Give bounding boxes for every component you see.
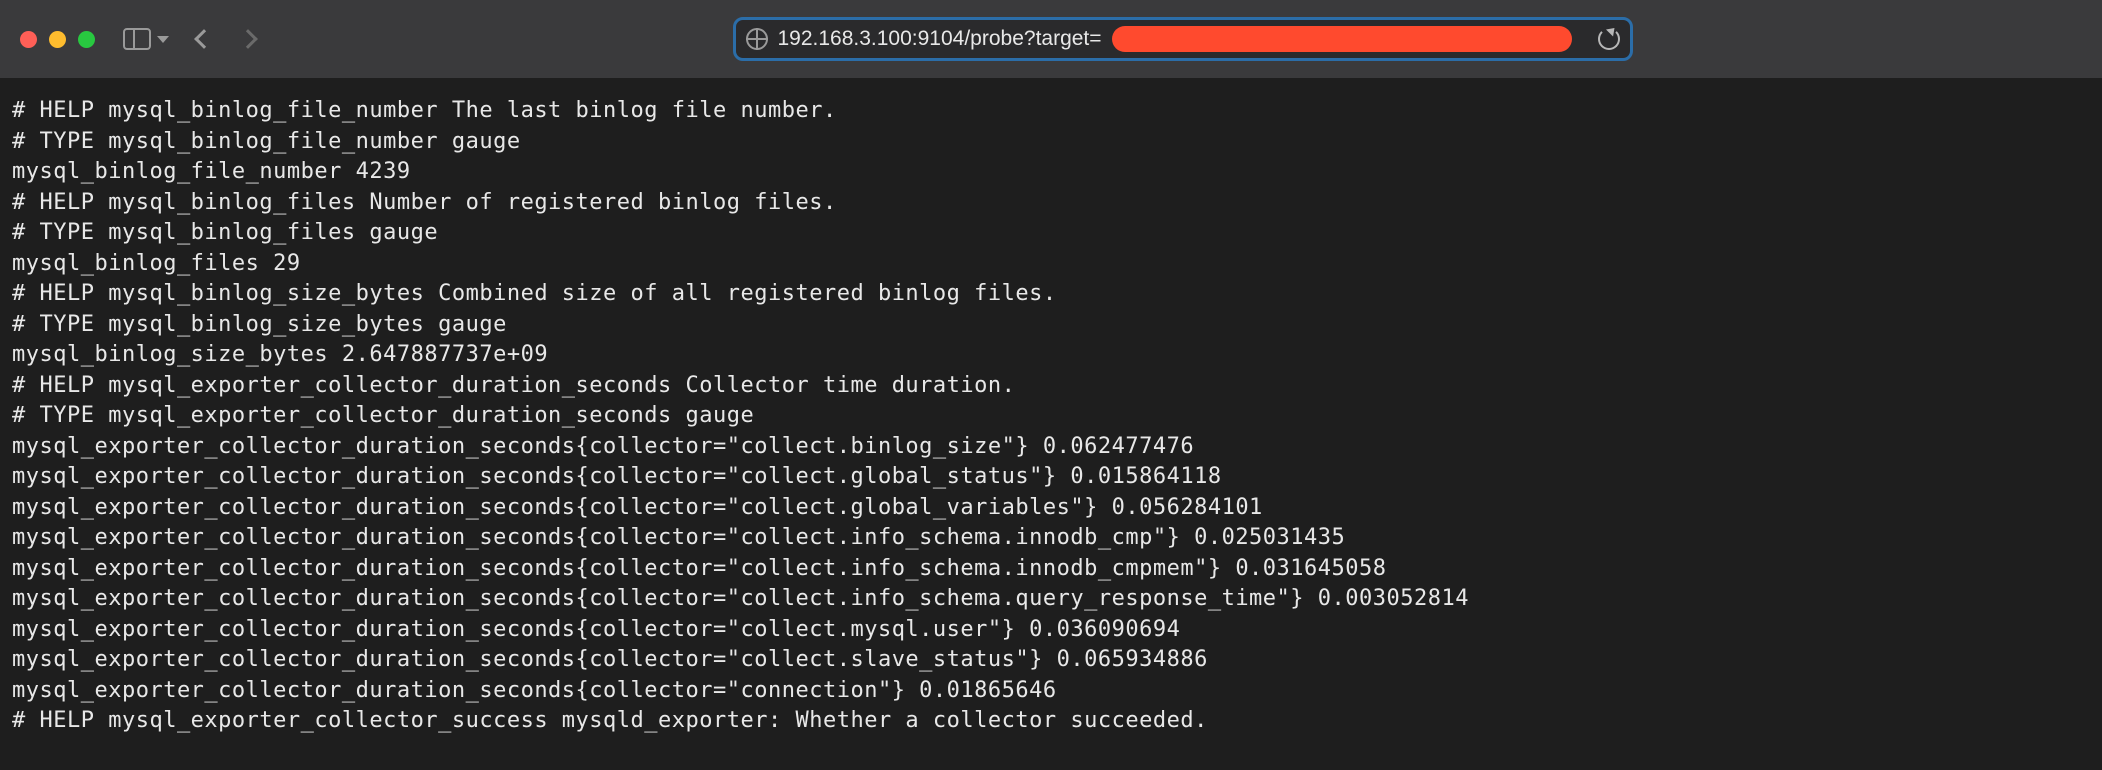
back-button[interactable] [194,29,214,49]
address-bar[interactable]: 192.168.3.100:9104/probe?target= [733,17,1633,61]
page-content: # HELP mysql_binlog_file_number The last… [0,78,2102,755]
nav-arrows [197,32,255,46]
minimize-button[interactable] [49,31,66,48]
globe-icon [746,28,768,50]
reload-button[interactable] [1598,28,1620,50]
close-button[interactable] [20,31,37,48]
window-controls [20,31,95,48]
sidebar-toggle[interactable] [123,28,169,50]
maximize-button[interactable] [78,31,95,48]
browser-toolbar: 192.168.3.100:9104/probe?target= [0,0,2102,78]
sidebar-icon [123,28,151,50]
redacted-target [1112,26,1572,52]
chevron-down-icon [157,36,169,43]
url-text: 192.168.3.100:9104/probe?target= [778,27,1102,51]
forward-button[interactable] [238,29,258,49]
